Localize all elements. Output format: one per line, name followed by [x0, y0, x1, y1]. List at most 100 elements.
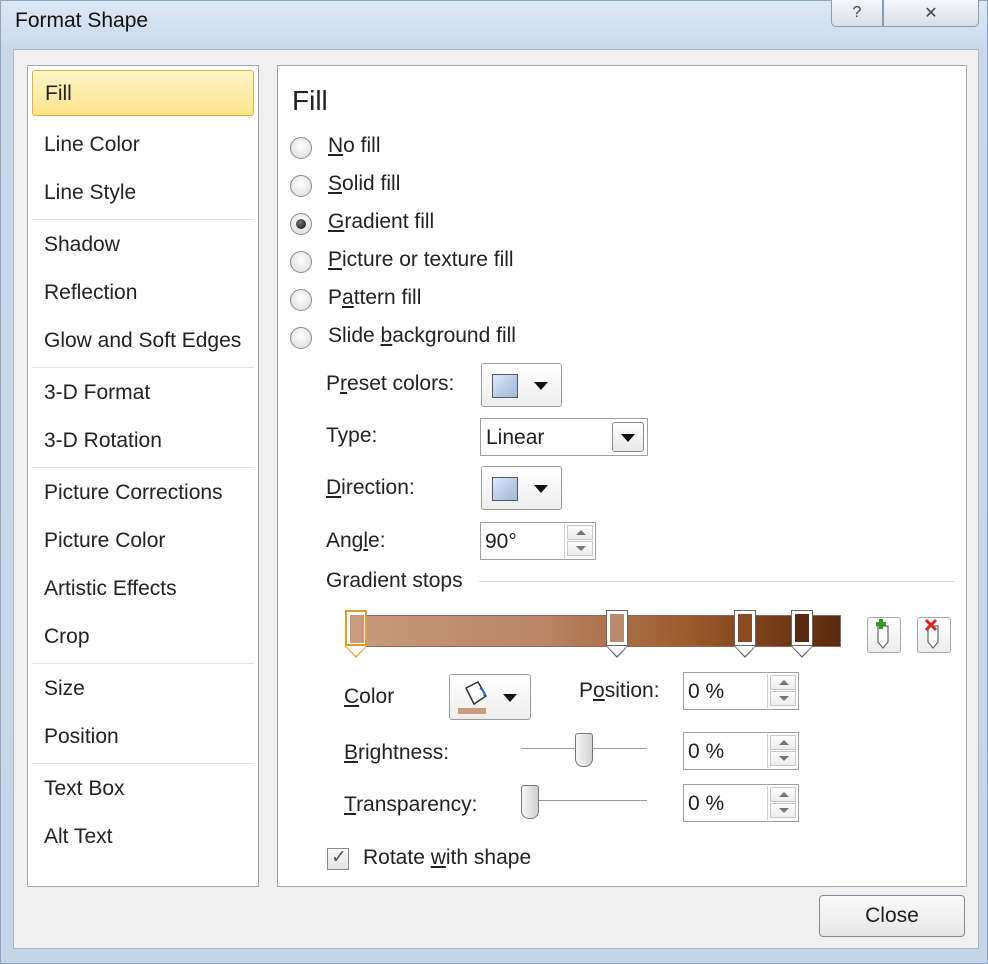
nav-divider	[32, 763, 254, 764]
no-fill-radio[interactable]	[290, 137, 312, 159]
nav-item-crop[interactable]: Crop	[32, 614, 254, 660]
window-close-button[interactable]: ✕	[883, 0, 979, 27]
type-select[interactable]: Linear	[480, 418, 648, 456]
gradient-fill-radio[interactable]	[290, 213, 312, 235]
nav-item-text-box[interactable]: Text Box	[32, 766, 254, 812]
type-dropdown-button[interactable]	[612, 422, 644, 452]
nav-item-label: Picture Color	[44, 529, 166, 552]
gradient-stop-body	[606, 610, 628, 646]
arrow-up-icon	[779, 740, 789, 745]
gradient-stop-color	[350, 615, 364, 643]
slide-background-fill-label[interactable]: Slide background fill	[328, 324, 516, 348]
transparency-slider-thumb[interactable]	[521, 785, 539, 819]
solid-fill-radio[interactable]	[290, 175, 312, 197]
remove-gradient-stop-button[interactable]	[917, 617, 951, 653]
chevron-down-icon	[503, 694, 517, 702]
nav-item-reflection[interactable]: Reflection	[32, 270, 254, 316]
slide-background-fill-radio[interactable]	[290, 327, 312, 349]
brightness-value: 0 %	[688, 740, 725, 763]
nav-item-picture-corrections[interactable]: Picture Corrections	[32, 470, 254, 516]
nav-item-label: Alt Text	[44, 825, 113, 848]
nav-item-line-color[interactable]: Line Color	[32, 122, 254, 168]
gradient-stops-bar[interactable]	[345, 615, 841, 647]
spin-up-button[interactable]	[770, 675, 796, 690]
gradient-stop-pointer-fill	[735, 646, 755, 656]
nav-item-label: Position	[44, 725, 119, 748]
spin-up-button[interactable]	[567, 525, 593, 540]
rotate-with-shape-checkbox[interactable]: ✓	[327, 847, 349, 870]
nav-item-label: Glow and Soft Edges	[44, 329, 242, 352]
angle-label: Angle:	[326, 529, 386, 552]
gradient-stop[interactable]	[734, 610, 756, 660]
arrow-down-icon	[576, 546, 586, 551]
gradient-stop-color	[795, 614, 809, 642]
nav-item-label: Reflection	[44, 281, 138, 304]
nav-item-3d-format[interactable]: 3-D Format	[32, 370, 254, 416]
nav-divider	[32, 367, 254, 368]
transparency-label: Transparency:	[344, 793, 478, 816]
category-list: Fill Line Color Line Style Shadow Reflec…	[27, 65, 259, 887]
picture-texture-fill-label[interactable]: Picture or texture fill	[328, 248, 514, 272]
nav-item-label: Line Color	[44, 133, 140, 156]
nav-item-artistic-effects[interactable]: Artistic Effects	[32, 566, 254, 612]
direction-label: Direction:	[326, 476, 415, 499]
nav-item-position[interactable]: Position	[32, 714, 254, 760]
position-spinner[interactable]: 0 %	[683, 672, 799, 710]
type-label: Type:	[326, 424, 378, 447]
arrow-down-icon	[779, 696, 789, 701]
gradient-stop-color	[738, 614, 752, 642]
direction-swatch-icon	[492, 477, 518, 501]
spin-down-button[interactable]	[770, 691, 796, 706]
gradient-stop-color	[610, 614, 624, 642]
chevron-down-icon	[534, 485, 548, 493]
help-button[interactable]: ?	[831, 0, 883, 27]
no-fill-label[interactable]: No fill	[328, 134, 381, 158]
radio-selected-dot	[296, 219, 306, 229]
picture-texture-fill-radio[interactable]	[290, 251, 312, 273]
nav-item-label: Picture Corrections	[44, 481, 223, 504]
nav-item-glow-soft-edges[interactable]: Glow and Soft Edges	[32, 318, 254, 364]
gradient-stop-pointer-fill	[607, 646, 627, 656]
close-icon: ✕	[924, 5, 938, 22]
help-icon: ?	[852, 4, 862, 21]
nav-item-line-style[interactable]: Line Style	[32, 170, 254, 216]
gradient-fill-label[interactable]: Gradient fill	[328, 210, 434, 234]
transparency-slider-track[interactable]	[521, 800, 647, 802]
add-stop-icon	[876, 619, 889, 649]
gradient-stop[interactable]	[606, 610, 628, 660]
remove-stop-icon	[924, 618, 939, 649]
add-gradient-stop-button[interactable]	[867, 617, 901, 653]
close-button[interactable]: Close	[819, 895, 965, 937]
stop-color-dropdown[interactable]	[449, 674, 531, 720]
nav-item-picture-color[interactable]: Picture Color	[32, 518, 254, 564]
nav-item-alt-text[interactable]: Alt Text	[32, 814, 254, 860]
gradient-stop-pointer-fill	[792, 646, 812, 656]
spin-down-button[interactable]	[770, 803, 796, 818]
rotate-with-shape-label[interactable]: Rotate with shape	[363, 846, 531, 870]
solid-fill-label[interactable]: Solid fill	[328, 172, 400, 196]
nav-item-shadow[interactable]: Shadow	[32, 222, 254, 268]
gradient-stop-body	[345, 610, 367, 646]
angle-spinner[interactable]: 90°	[480, 522, 596, 560]
pattern-fill-radio[interactable]	[290, 289, 312, 311]
spin-down-button[interactable]	[567, 541, 593, 556]
transparency-spinner[interactable]: 0 %	[683, 784, 799, 822]
dialog-title: Format Shape	[15, 9, 149, 32]
spin-up-button[interactable]	[770, 787, 796, 802]
spin-down-button[interactable]	[770, 751, 796, 766]
gradient-stop[interactable]	[791, 610, 813, 660]
pattern-fill-label[interactable]: Pattern fill	[328, 286, 421, 310]
panel-heading: Fill	[292, 85, 328, 116]
preset-colors-dropdown[interactable]	[481, 363, 562, 407]
gradient-stop-body	[791, 610, 813, 646]
nav-item-size[interactable]: Size	[32, 666, 254, 712]
color-label: Color	[344, 685, 395, 708]
gradient-stop[interactable]	[345, 610, 367, 660]
nav-item-fill[interactable]: Fill	[32, 70, 254, 116]
brightness-spinner[interactable]: 0 %	[683, 732, 799, 770]
direction-dropdown[interactable]	[481, 466, 562, 510]
position-spin-buttons	[767, 674, 797, 708]
nav-item-3d-rotation[interactable]: 3-D Rotation	[32, 418, 254, 464]
brightness-slider-thumb[interactable]	[575, 733, 593, 767]
spin-up-button[interactable]	[770, 735, 796, 750]
